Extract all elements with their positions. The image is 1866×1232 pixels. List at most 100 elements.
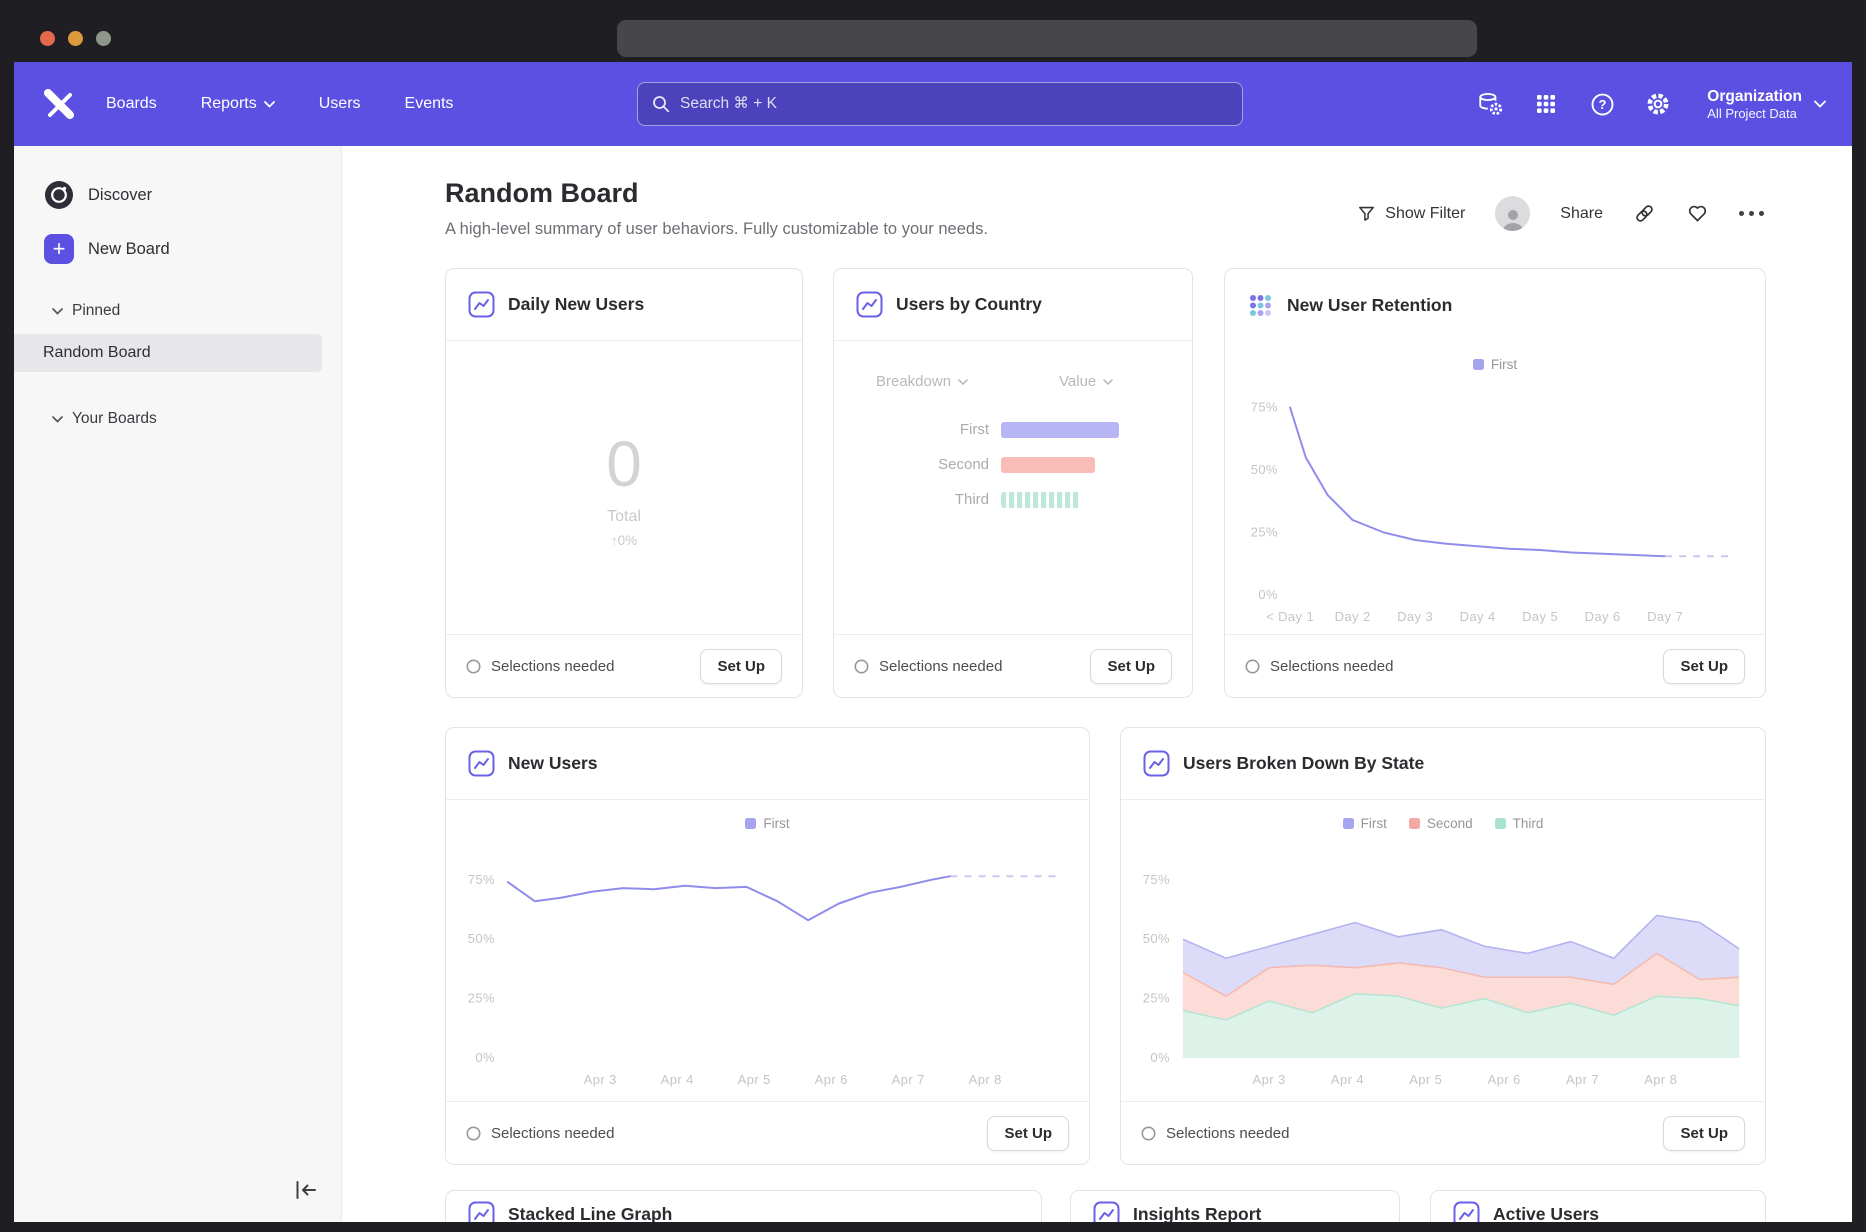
sidebar-item-label: New Board [88,240,170,259]
chevron-down-icon [52,416,63,423]
card-users-by-country: Users by Country Breakdown Value [833,268,1193,698]
plus-icon: + [44,234,74,264]
avatar[interactable] [1495,196,1530,231]
primary-nav: Boards Reports Users Events [106,62,453,146]
svg-text:25%: 25% [1143,991,1170,1006]
card-title: Insights Report [1133,1201,1261,1222]
legend-item-second[interactable]: Second [1409,816,1473,831]
sidebar-section-your-boards[interactable]: Your Boards [52,410,157,428]
radio-circle-icon [1245,659,1260,674]
metric-delta: ↑0% [611,533,637,548]
legend-item-first[interactable]: First [1473,357,1517,372]
set-up-button[interactable]: Set Up [987,1116,1069,1151]
card-title: New Users [508,753,598,774]
legend-item-first[interactable]: First [1343,816,1387,831]
legend-item-first[interactable]: First [745,816,789,831]
set-up-button[interactable]: Set Up [1663,649,1745,684]
sidebar-section-pinned[interactable]: Pinned [52,302,120,320]
svg-text:Apr 4: Apr 4 [661,1072,694,1087]
data-management-icon[interactable] [1477,91,1503,117]
org-project: All Project Data [1707,106,1802,121]
set-up-button[interactable]: Set Up [1090,649,1172,684]
line-chart-icon [1093,1201,1120,1222]
chevron-down-icon [1814,100,1826,108]
browser-address-bar[interactable] [617,20,1477,57]
board-actions: Show Filter Share [1357,196,1764,231]
search-input[interactable] [680,95,1228,113]
svg-text:50%: 50% [1143,931,1170,946]
breakdown-dropdown[interactable]: Breakdown [876,373,968,390]
bar-label: Second [834,456,1001,473]
card-stacked-line-graph: Stacked Line Graph [445,1190,1042,1222]
svg-text:25%: 25% [468,991,495,1006]
selections-needed-status: Selections needed [854,658,1002,675]
selections-needed-status: Selections needed [1141,1125,1289,1142]
svg-text:Apr 3: Apr 3 [1253,1072,1286,1087]
mixpanel-logo[interactable] [42,88,76,125]
copy-link-icon[interactable] [1633,202,1656,225]
svg-text:50%: 50% [468,931,495,946]
browser-window: Boards Reports Users Events [0,0,1866,1232]
legend-chip [1495,818,1506,829]
zoom-button[interactable] [96,31,111,46]
favorite-heart-icon[interactable] [1686,202,1709,225]
svg-text:Day 6: Day 6 [1585,609,1621,624]
svg-text:Apr 7: Apr 7 [1566,1072,1599,1087]
more-menu-icon[interactable] [1739,211,1764,216]
share-button[interactable]: Share [1560,205,1603,223]
metric-label: Total [607,508,641,526]
set-up-button[interactable]: Set Up [700,649,782,684]
bar-row: First [834,412,1192,447]
selections-needed-status: Selections needed [466,658,614,675]
settings-gear-icon[interactable] [1645,91,1671,117]
sidebar-collapse-button[interactable] [293,1179,319,1206]
sidebar-board-random-board[interactable]: Random Board [14,334,322,372]
nav-item-boards[interactable]: Boards [106,95,157,113]
nav-item-reports[interactable]: Reports [201,95,275,113]
org-name: Organization [1707,87,1802,106]
selections-needed-status: Selections needed [1245,658,1393,675]
country-bars-chart: First Second Third [834,412,1192,517]
legend-chip [1409,818,1420,829]
chevron-down-icon [958,379,968,385]
bar-fill [1001,457,1095,473]
close-button[interactable] [40,31,55,46]
card-active-users: Active Users [1430,1190,1766,1222]
radio-circle-icon [466,659,481,674]
bar-fill [1001,422,1119,438]
legend-item-third[interactable]: Third [1495,816,1544,831]
svg-text:Day 3: Day 3 [1397,609,1433,624]
svg-text:75%: 75% [1143,872,1170,887]
bar-label: First [834,421,1001,438]
card-users-by-state: Users Broken Down By State FirstSecondTh… [1120,727,1766,1165]
show-filter-button[interactable]: Show Filter [1357,204,1465,223]
filter-funnel-icon [1357,204,1376,223]
help-icon[interactable]: ? [1589,91,1615,117]
org-switcher[interactable]: Organization All Project Data [1707,87,1826,121]
value-dropdown[interactable]: Value [1059,373,1113,390]
chart-legend: First Second Third [1121,816,1765,831]
set-up-button[interactable]: Set Up [1663,1116,1745,1151]
discover-compass-icon [44,180,74,210]
sidebar-item-new-board[interactable]: + New Board [44,234,170,264]
bar-row: Second [834,447,1192,482]
svg-text:Apr 4: Apr 4 [1331,1072,1364,1087]
card-new-user-retention: New User Retention First 0%25%50%75%< Da… [1224,268,1766,698]
radio-circle-icon [466,1126,481,1141]
browser-titlebar [0,0,1866,62]
svg-text:0%: 0% [475,1050,495,1065]
svg-text:Apr 8: Apr 8 [969,1072,1002,1087]
nav-item-events[interactable]: Events [405,95,454,113]
top-nav-right: ? Organization All Project Data [1477,62,1826,146]
apps-grid-icon[interactable] [1533,91,1559,117]
svg-text:Day 5: Day 5 [1522,609,1558,624]
svg-text:Apr 6: Apr 6 [1488,1072,1521,1087]
card-title: Stacked Line Graph [508,1201,672,1222]
svg-text:Day 2: Day 2 [1335,609,1371,624]
line-chart-icon [1143,750,1170,777]
search-icon [652,95,670,113]
sidebar-item-label: Discover [88,186,152,205]
nav-item-users[interactable]: Users [319,95,361,113]
sidebar-item-discover[interactable]: Discover [44,180,152,210]
minimize-button[interactable] [68,31,83,46]
